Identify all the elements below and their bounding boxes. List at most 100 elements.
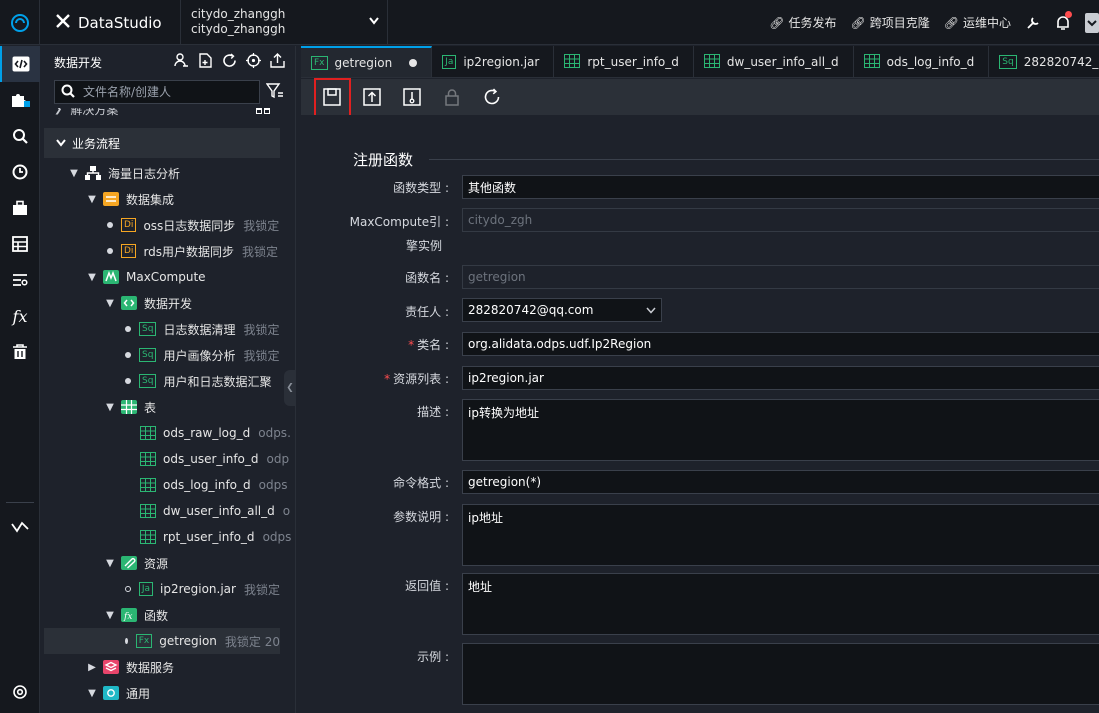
settings-icon[interactable] bbox=[0, 674, 40, 710]
tree-item-oss-sync[interactable]: Di oss日志数据同步 我锁定 bbox=[44, 212, 280, 238]
collapse-panel-handle[interactable]: ❮ bbox=[284, 370, 296, 406]
explorer-tools bbox=[174, 53, 285, 71]
brand[interactable]: DataStudio bbox=[54, 12, 162, 34]
chevron-right-icon: ▶ bbox=[88, 661, 96, 673]
filter-icon[interactable] bbox=[265, 82, 284, 102]
tab-ip2region-jar[interactable]: Ja ip2region.jar bbox=[432, 46, 555, 77]
tree-item-functions[interactable]: ▼ fx 函数 bbox=[44, 602, 280, 628]
tab-dw-user-info-all[interactable]: dw_user_info_all_d bbox=[694, 46, 854, 77]
tree-item-data-service[interactable]: ▶ 数据服务 bbox=[44, 654, 280, 680]
grid-icon[interactable] bbox=[256, 108, 270, 117]
command-field[interactable]: getregion(*) bbox=[462, 470, 1099, 494]
lineage-icon[interactable] bbox=[0, 509, 40, 545]
new-file-icon[interactable] bbox=[198, 53, 213, 71]
chevron-down-icon bbox=[369, 14, 379, 29]
tab-ods-log-info[interactable]: ods_log_info_d bbox=[854, 46, 990, 77]
explorer-panel: 数据开发 ❯ 解决方案 业务流程 ▼ 海量日志分析 bbox=[44, 46, 296, 713]
tab-sql-script[interactable]: Sq 282820742_2020_03 bbox=[989, 46, 1099, 77]
table-icon bbox=[140, 452, 156, 466]
tree-item-ods-log-info[interactable]: ods_log_info_d odps bbox=[44, 472, 287, 498]
tree-item-solutions[interactable]: ❯ 解决方案 bbox=[44, 108, 280, 124]
chevron-down-icon: ▼ bbox=[88, 271, 96, 283]
file-search-input[interactable] bbox=[83, 85, 243, 99]
file-tree: ▼ 海量日志分析 ▼ 数据集成 Di oss日志数据同步 我锁定 Di rds用… bbox=[44, 160, 291, 706]
code-folder-icon bbox=[121, 296, 137, 310]
required-mark: * bbox=[408, 338, 415, 352]
clock-icon[interactable] bbox=[0, 154, 40, 190]
table-icon bbox=[140, 478, 156, 492]
tree-item-dw-user-info-all[interactable]: dw_user_info_all_d o bbox=[44, 498, 290, 524]
nav-task-publish[interactable]: 🔗︎ 任务发布 bbox=[769, 14, 836, 31]
chevron-right-icon: ❯ bbox=[54, 108, 63, 115]
section-divider bbox=[429, 159, 1099, 160]
data-service-icon bbox=[103, 660, 119, 674]
table-icon[interactable] bbox=[0, 226, 40, 262]
status-dot bbox=[125, 378, 131, 384]
tree-item-log-clean[interactable]: Sq 日志数据清理 我锁定 bbox=[44, 316, 280, 342]
module-rail: fx bbox=[0, 46, 40, 713]
func-name-field: getregion bbox=[462, 265, 1099, 289]
save-icon[interactable] bbox=[321, 86, 343, 108]
tab-getregion[interactable]: Fx getregion bbox=[301, 46, 433, 77]
tree-item-resources[interactable]: ▼ 资源 bbox=[44, 550, 280, 576]
returns-textarea[interactable]: 地址 bbox=[462, 573, 1099, 635]
workspace-selector[interactable]: citydo_zhanggh citydo_zhanggh bbox=[180, 0, 388, 45]
code-icon[interactable] bbox=[0, 46, 40, 82]
status-dot bbox=[125, 352, 131, 358]
tree-item-rds-sync[interactable]: Di rds用户数据同步 我锁定 bbox=[44, 238, 280, 264]
tree-item-ods-raw-log[interactable]: ods_raw_log_d odps. bbox=[44, 420, 291, 446]
bell-icon[interactable] bbox=[1055, 10, 1072, 32]
owner-select[interactable]: 282820742@qq.com bbox=[462, 298, 662, 322]
resource-folder-icon bbox=[121, 556, 137, 570]
tree-item-user-profile[interactable]: Sq 用户画像分析 我锁定 bbox=[44, 342, 280, 368]
tree-item-log-analysis[interactable]: ▼ 海量日志分析 bbox=[44, 160, 280, 186]
locate-icon[interactable] bbox=[246, 53, 261, 71]
search-icon[interactable] bbox=[0, 118, 40, 154]
wrench-icon[interactable] bbox=[1025, 15, 1041, 31]
workspace-display-name: citydo_zhanggh bbox=[191, 22, 286, 36]
nav-cross-project-clone[interactable]: 🔗︎ 跨项目克隆 bbox=[851, 14, 930, 31]
params-textarea[interactable]: ip地址 bbox=[462, 504, 1099, 566]
user-filter-icon[interactable] bbox=[174, 53, 189, 71]
tree-item-ip2region-jar[interactable]: Ja ip2region.jar 我锁定 bbox=[44, 576, 280, 602]
steal-lock-icon[interactable] bbox=[401, 86, 423, 108]
status-dot bbox=[107, 222, 113, 228]
puzzle-icon[interactable] bbox=[0, 82, 40, 118]
tree-item-getregion[interactable]: Fx getregion 我锁定 20 bbox=[44, 628, 280, 654]
list-settings-icon[interactable] bbox=[0, 262, 40, 298]
class-name-field[interactable]: org.alidata.odps.udf.Ip2Region bbox=[462, 332, 1099, 356]
trash-icon[interactable] bbox=[0, 334, 40, 370]
table-icon bbox=[564, 53, 581, 71]
tree-item-data-dev[interactable]: ▼ 数据开发 bbox=[44, 290, 280, 316]
sql-node-icon: Sq bbox=[139, 348, 157, 362]
example-textarea[interactable] bbox=[462, 643, 1099, 705]
func-type-field[interactable]: 其他函数 bbox=[462, 175, 1099, 199]
briefcase-icon[interactable] bbox=[0, 190, 40, 226]
tree-item-tables[interactable]: ▼ 表 bbox=[44, 394, 280, 420]
chevron-down-icon: ▼ bbox=[106, 609, 114, 621]
dataworks-logo-icon[interactable] bbox=[0, 0, 40, 45]
tree-item-data-integration[interactable]: ▼ 数据集成 bbox=[44, 186, 280, 212]
engine-label-line2: 擎实例 bbox=[405, 239, 442, 253]
chevron-down-icon bbox=[56, 136, 66, 150]
tree-item-rpt-user-info[interactable]: rpt_user_info_d odps bbox=[44, 524, 291, 550]
section-business-flow[interactable]: 业务流程 bbox=[44, 128, 280, 158]
chevron-down-icon: ▼ bbox=[88, 687, 96, 699]
tree-item-user-log-merge[interactable]: Sq 用户和日志数据汇聚 bbox=[44, 368, 280, 394]
resources-field[interactable]: ip2region.jar bbox=[462, 366, 1099, 390]
chevron-down-icon: ▼ bbox=[106, 297, 114, 309]
function-icon[interactable]: fx bbox=[0, 298, 40, 334]
required-mark: * bbox=[384, 372, 391, 386]
reload-icon[interactable] bbox=[481, 86, 503, 108]
tree-item-general[interactable]: ▼ 通用 bbox=[44, 680, 280, 706]
import-icon[interactable] bbox=[270, 53, 285, 71]
tree-item-maxcompute[interactable]: ▼ MaxCompute bbox=[44, 264, 280, 290]
tree-item-ods-user-info[interactable]: ods_user_info_d odp bbox=[44, 446, 289, 472]
tab-rpt-user-info[interactable]: rpt_user_info_d bbox=[554, 46, 694, 77]
submit-icon[interactable] bbox=[361, 86, 383, 108]
function-folder-icon: fx bbox=[121, 608, 137, 622]
description-textarea[interactable]: ip转换为地址 bbox=[462, 399, 1099, 461]
user-menu-icon[interactable] bbox=[1085, 12, 1099, 33]
refresh-icon[interactable] bbox=[222, 53, 237, 71]
nav-ops-center[interactable]: 🔗︎ 运维中心 bbox=[944, 14, 1011, 31]
